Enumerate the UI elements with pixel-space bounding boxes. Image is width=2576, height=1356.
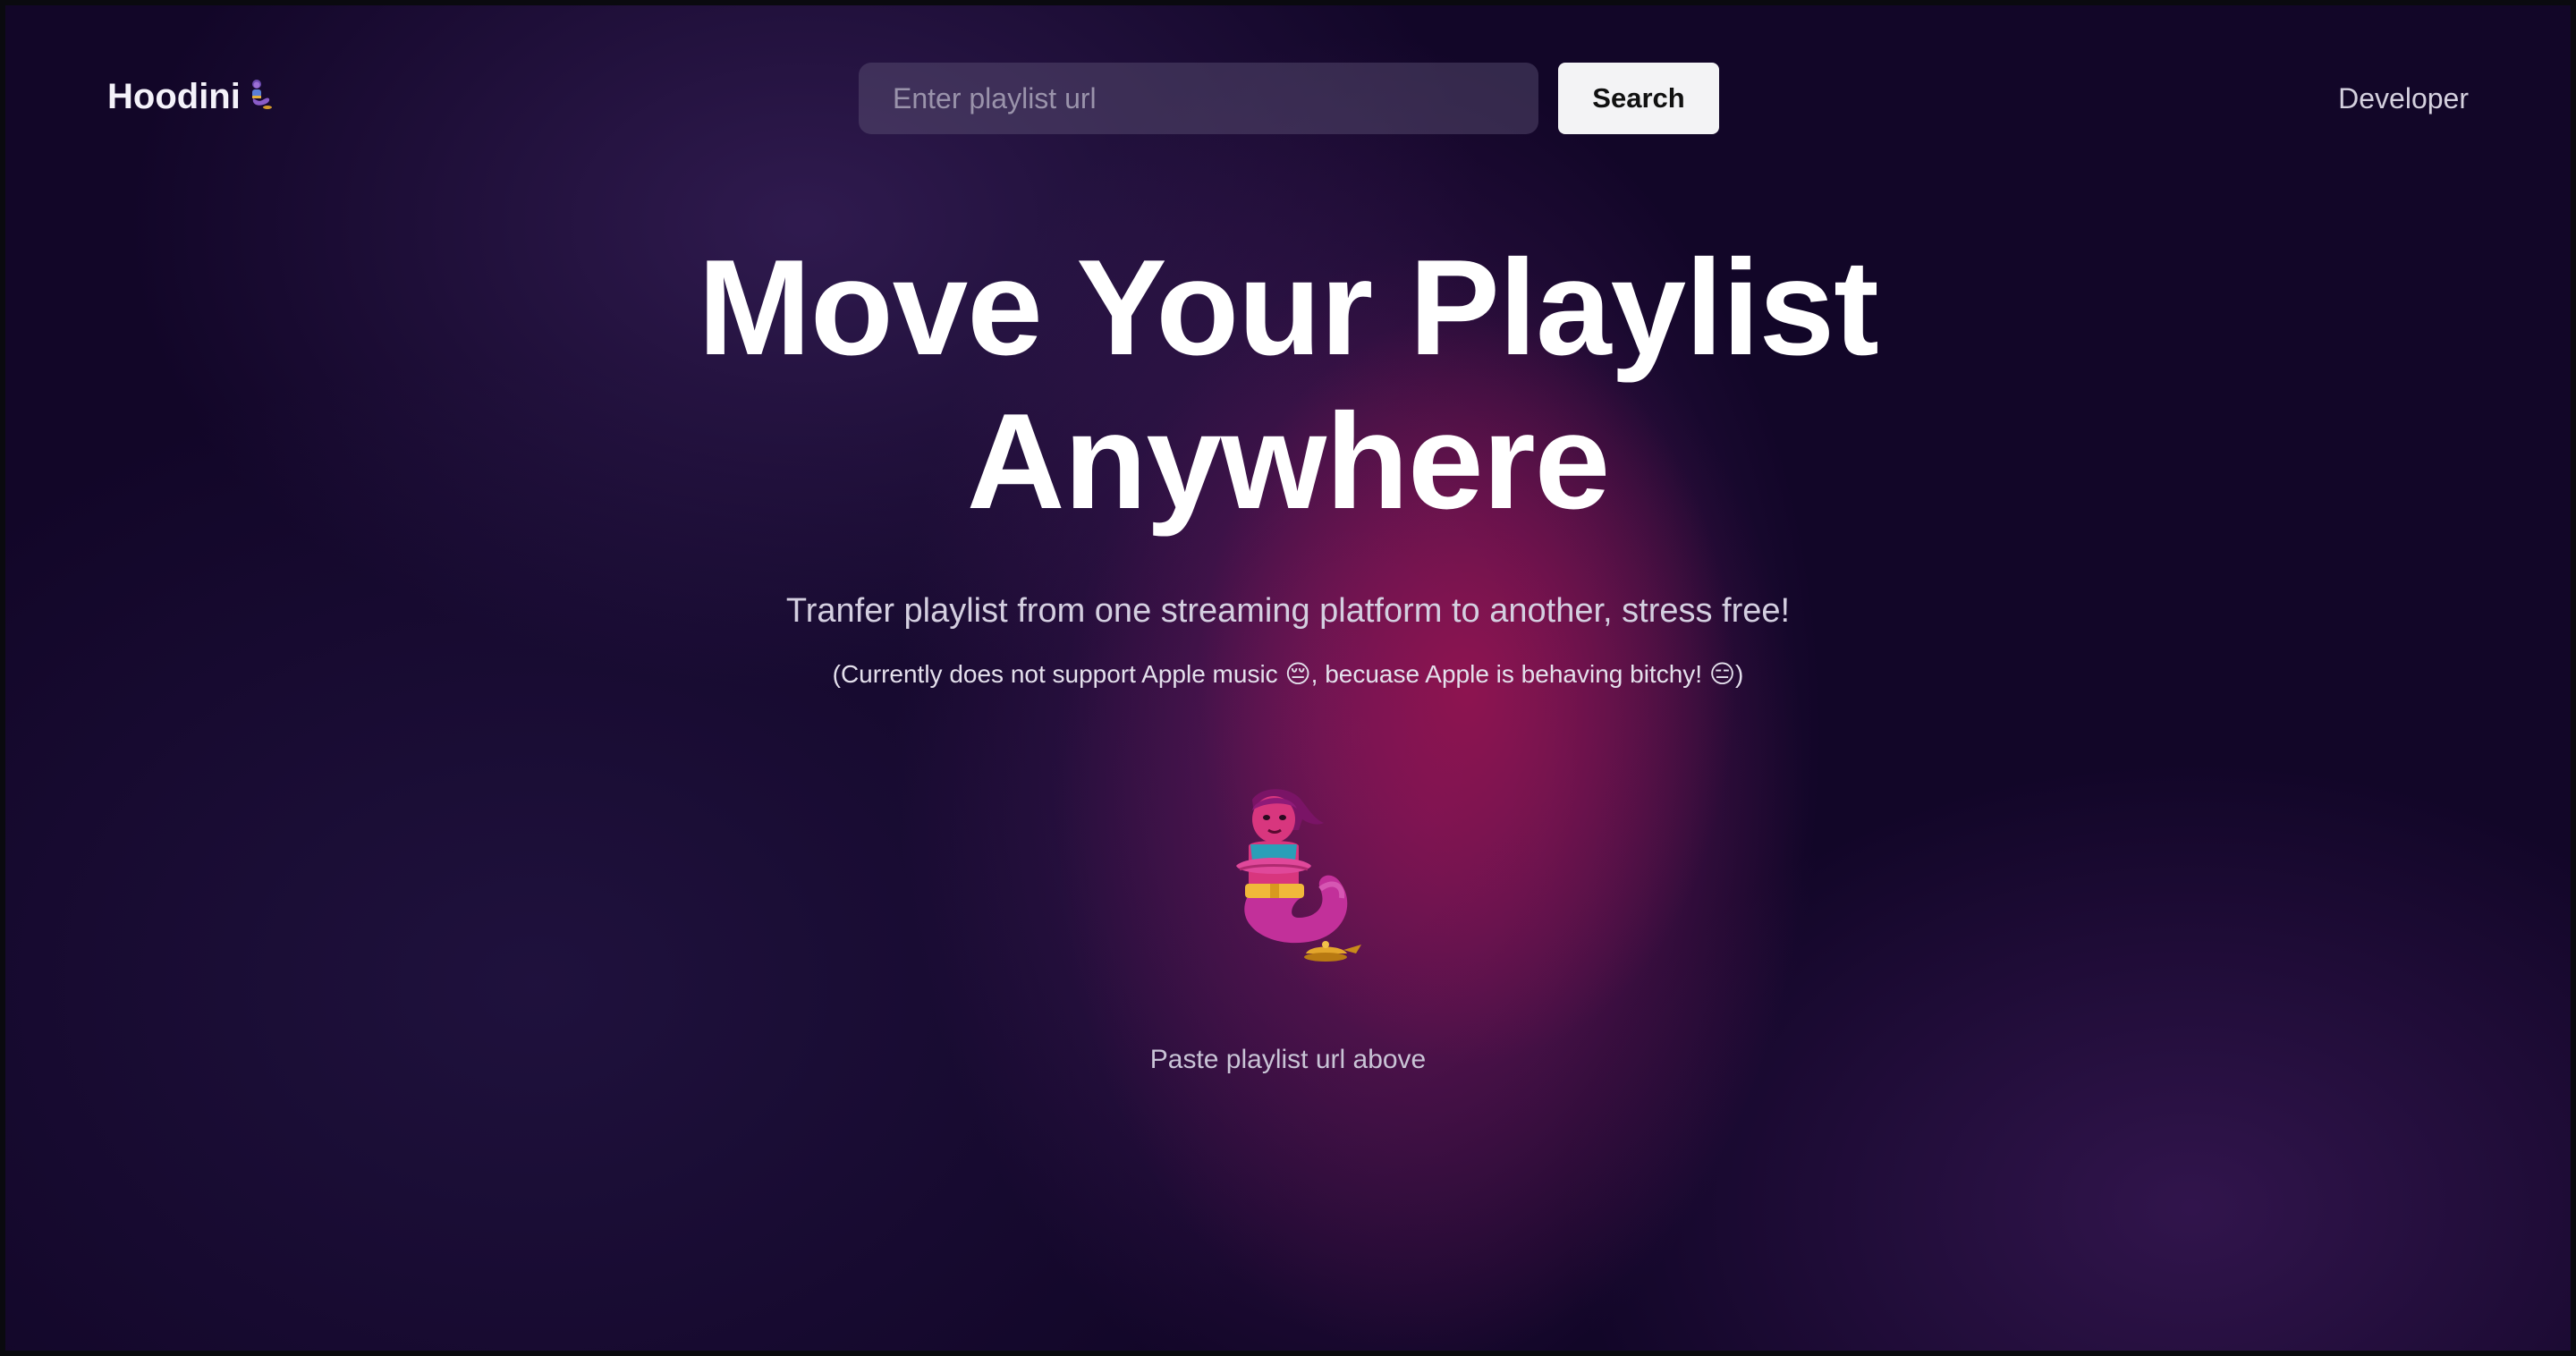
top-nav: Hoodini Search Developer bbox=[0, 0, 2576, 200]
hero-section: Move Your Playlist Anywhere Tranfer play… bbox=[0, 231, 2576, 691]
apple-music-note: (Currently does not support Apple music … bbox=[832, 660, 1744, 688]
hero-subtitle: Tranfer playlist from one streaming plat… bbox=[785, 592, 1791, 630]
genie-icon bbox=[1209, 784, 1367, 971]
status-message: Paste playlist url above bbox=[1149, 1045, 1427, 1074]
hero-title-line2: Anywhere bbox=[966, 386, 1610, 538]
search-button[interactable]: Search bbox=[1558, 63, 1719, 134]
hero-title: Move Your Playlist Anywhere bbox=[0, 231, 2576, 538]
hero-title-line1: Move Your Playlist bbox=[698, 232, 1879, 384]
developer-link[interactable]: Developer bbox=[2338, 82, 2469, 115]
search-bar: Search bbox=[859, 63, 1719, 134]
playlist-url-input[interactable] bbox=[859, 63, 1538, 134]
brand-logo[interactable]: Hoodini bbox=[107, 77, 273, 117]
brand-name: Hoodini bbox=[107, 77, 241, 116]
genie-icon bbox=[244, 79, 273, 116]
